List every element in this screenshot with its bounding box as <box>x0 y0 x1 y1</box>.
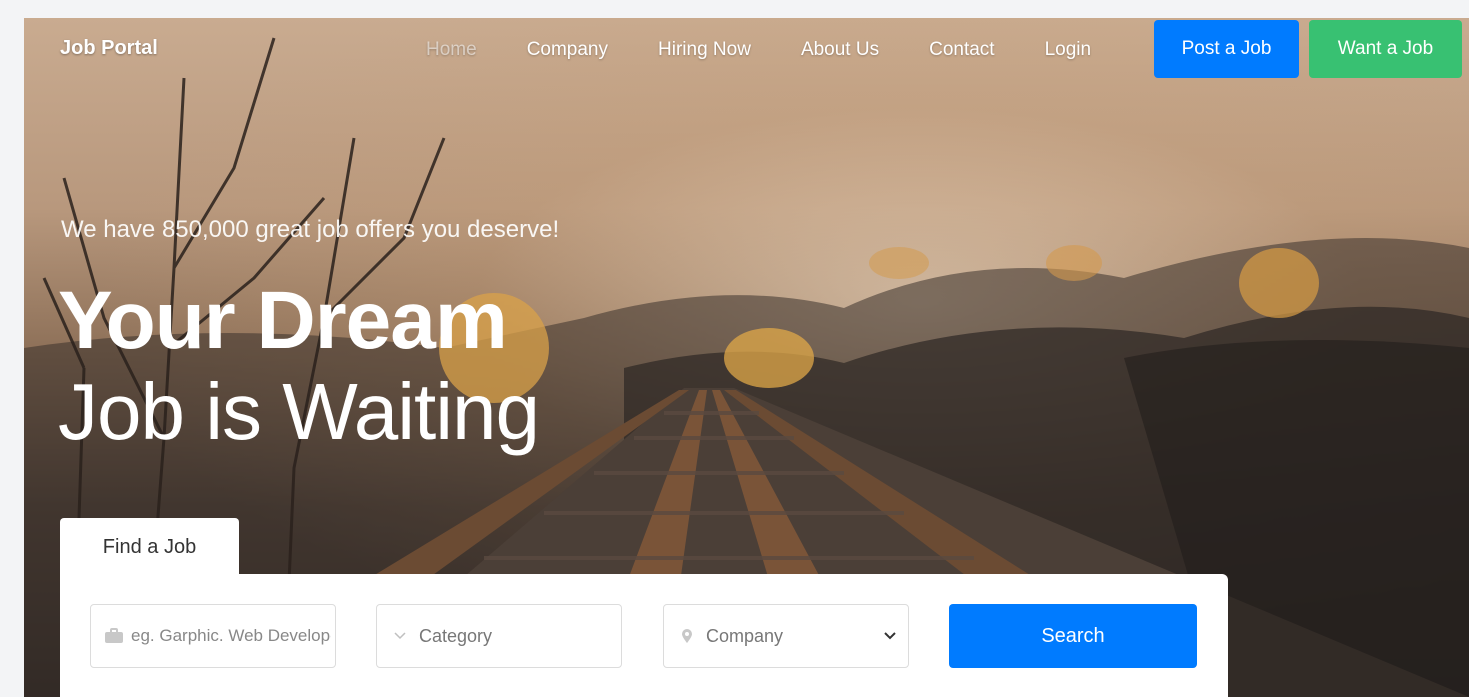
hero-section: Job Portal Home Company Hiring Now About… <box>24 18 1469 697</box>
briefcase-icon <box>103 625 125 647</box>
hero-headline-light: Job is Waiting <box>58 367 540 456</box>
hero-headline-bold: Your Dream <box>58 275 508 366</box>
nav-link-home[interactable]: Home <box>426 39 477 61</box>
post-a-job-button[interactable]: Post a Job <box>1154 20 1299 78</box>
job-search-panel: Category Company Search <box>60 574 1228 697</box>
search-button[interactable]: Search <box>949 604 1197 668</box>
chevron-down-icon <box>884 627 896 645</box>
nav-link-contact[interactable]: Contact <box>929 39 994 61</box>
brand-logo[interactable]: Job Portal <box>60 37 158 60</box>
nav-link-login[interactable]: Login <box>1045 39 1092 61</box>
category-select-value: Category <box>419 625 493 646</box>
keyword-field[interactable] <box>90 604 336 668</box>
want-a-job-button[interactable]: Want a Job <box>1309 20 1462 78</box>
tab-find-a-job[interactable]: Find a Job <box>60 518 239 576</box>
navbar: Job Portal Home Company Hiring Now About… <box>24 18 1469 82</box>
category-select[interactable]: Category <box>376 604 622 668</box>
nav-link-hiring-now[interactable]: Hiring Now <box>658 39 751 61</box>
nav-link-company[interactable]: Company <box>527 39 608 61</box>
map-pin-icon <box>676 625 698 647</box>
keyword-input[interactable] <box>129 625 333 647</box>
nav-links: Home Company Hiring Now About Us Contact… <box>426 39 1141 61</box>
company-select[interactable]: Company <box>663 604 909 668</box>
chevron-down-icon <box>389 625 411 647</box>
company-select-value: Company <box>706 625 784 646</box>
hero-tagline: We have 850,000 great job offers you des… <box>61 216 560 243</box>
nav-link-about-us[interactable]: About Us <box>801 39 879 61</box>
